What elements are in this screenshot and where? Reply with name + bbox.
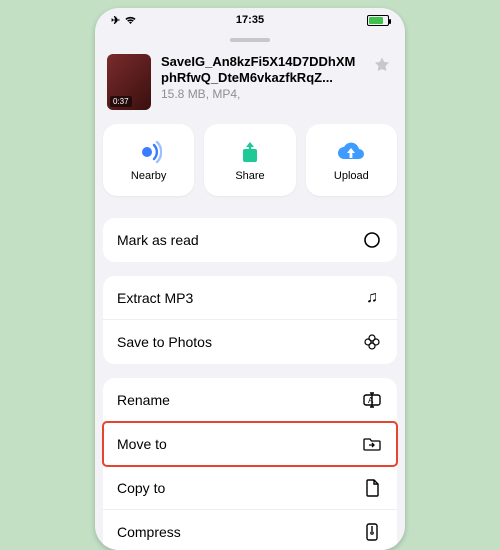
video-thumbnail[interactable]: 0:37 — [107, 54, 151, 110]
folder-arrow-icon — [361, 436, 383, 451]
save-to-photos-row[interactable]: Save to Photos — [103, 320, 397, 364]
share-label: Share — [235, 170, 264, 182]
photos-icon — [361, 333, 383, 351]
extract-mp3-label: Extract MP3 — [117, 290, 193, 306]
share-icon — [239, 138, 261, 166]
cloud-upload-icon — [336, 138, 366, 166]
file-meta: 15.8 MB, MP4, — [161, 87, 361, 101]
nearby-icon — [136, 138, 162, 166]
document-icon — [361, 479, 383, 497]
zip-icon — [361, 523, 383, 541]
status-time: 17:35 — [95, 14, 405, 26]
action-group-1: Mark as read — [103, 218, 397, 262]
status-bar: ✈︎ 17:35 — [95, 8, 405, 32]
svg-text:A: A — [368, 396, 374, 405]
share-tile[interactable]: Share — [204, 124, 295, 196]
copy-to-label: Copy to — [117, 480, 165, 496]
wifi-icon — [124, 15, 137, 25]
video-duration: 0:37 — [110, 96, 132, 107]
file-name: SaveIG_An8kzFi5X14D7DDhXMphRfwQ_DteM6vka… — [161, 54, 361, 85]
upload-tile[interactable]: Upload — [306, 124, 397, 196]
favorite-button[interactable] — [371, 54, 393, 76]
sheet-handle[interactable] — [230, 38, 270, 42]
save-to-photos-label: Save to Photos — [117, 334, 212, 350]
battery-icon — [367, 15, 389, 26]
upload-label: Upload — [334, 170, 369, 182]
nearby-label: Nearby — [131, 170, 166, 182]
move-to-label: Move to — [117, 436, 167, 452]
action-group-3: Rename A Move to Copy to Compress — [103, 378, 397, 550]
copy-to-row[interactable]: Copy to — [103, 466, 397, 510]
nearby-tile[interactable]: Nearby — [103, 124, 194, 196]
compress-row[interactable]: Compress — [103, 510, 397, 550]
compress-label: Compress — [117, 524, 181, 540]
move-to-row[interactable]: Move to — [103, 422, 397, 466]
circle-outline-icon — [361, 231, 383, 249]
rename-label: Rename — [117, 392, 170, 408]
phone-frame: ✈︎ 17:35 0:37 SaveIG_An8kzFi5X14D7DDhXMp… — [95, 8, 405, 550]
rename-icon: A — [361, 392, 383, 408]
music-note-icon: ♫ — [361, 289, 383, 307]
airplane-icon: ✈︎ — [111, 14, 120, 27]
action-tiles: Nearby Share Upload — [103, 124, 397, 210]
extract-mp3-row[interactable]: Extract MP3 ♫ — [103, 276, 397, 320]
action-group-2: Extract MP3 ♫ Save to Photos — [103, 276, 397, 364]
rename-row[interactable]: Rename A — [103, 378, 397, 422]
mark-as-read-row[interactable]: Mark as read — [103, 218, 397, 262]
file-header: 0:37 SaveIG_An8kzFi5X14D7DDhXMphRfwQ_Dte… — [103, 50, 397, 124]
mark-as-read-label: Mark as read — [117, 232, 199, 248]
